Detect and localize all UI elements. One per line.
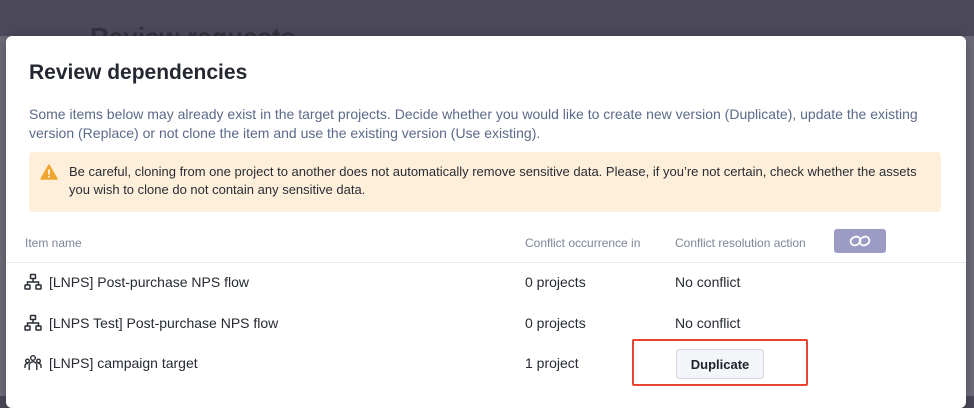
conflict-resolution: No conflict: [675, 274, 741, 290]
audience-icon: [24, 354, 42, 372]
highlight-annotation: [632, 339, 808, 386]
item-name: [LNPS Test] Post-purchase NPS flow: [49, 315, 279, 331]
link-toggle-button[interactable]: [834, 229, 886, 253]
flow-icon: [24, 314, 42, 332]
conflict-resolution: No conflict: [675, 315, 741, 331]
item-name: [LNPS] campaign target: [49, 355, 198, 371]
item-name: [LNPS] Post-purchase NPS flow: [49, 274, 249, 290]
review-dependencies-modal: Review dependencies Some items below may…: [6, 36, 966, 408]
table-row: [LNPS] Post-purchase NPS flow 0 projects…: [6, 262, 966, 302]
table-header: Item name Conflict occurrence in Conflic…: [6, 232, 966, 263]
conflict-occurrence: 1 project: [525, 355, 579, 371]
modal-description: Some items below may already exist in th…: [29, 106, 918, 141]
warning-triangle-icon: [40, 164, 58, 180]
table-row: [LNPS Test] Post-purchase NPS flow 0 pro…: [6, 303, 966, 343]
header-item-name: Item name: [25, 236, 82, 250]
header-conflict-resolution: Conflict resolution action: [675, 236, 806, 250]
warning-text: Be careful, cloning from one project to …: [69, 164, 917, 197]
warning-banner: Be careful, cloning from one project to …: [29, 152, 941, 212]
header-conflict-occurrence: Conflict occurrence in: [525, 236, 641, 250]
table-row: [LNPS] campaign target 1 project Duplica…: [6, 343, 966, 383]
conflict-occurrence: 0 projects: [525, 274, 586, 290]
modal-title: Review dependencies: [29, 61, 248, 84]
conflict-occurrence: 0 projects: [525, 315, 586, 331]
flow-icon: [24, 273, 42, 291]
